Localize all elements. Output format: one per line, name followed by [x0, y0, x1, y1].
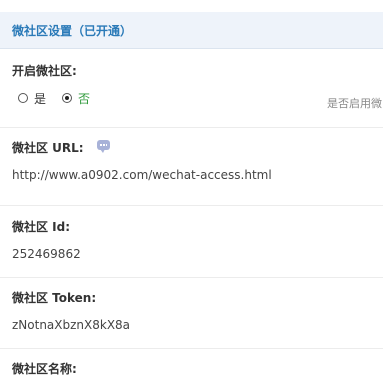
divider	[0, 348, 383, 349]
community-token-label: 微社区 Token:	[12, 291, 97, 305]
community-name-label: 微社区名称:	[12, 362, 77, 376]
community-id-label: 微社区 Id:	[12, 220, 71, 234]
radio-option-yes[interactable]: 是	[18, 90, 46, 107]
radio-no-button[interactable]	[62, 93, 73, 103]
enable-hint-text: 是否启用微	[327, 97, 382, 110]
community-token-value: zNotnaXbznX8kX8a	[12, 318, 131, 332]
radio-no-label: 否	[78, 91, 91, 106]
divider	[0, 205, 383, 206]
enable-community-label: 开启微社区:	[12, 64, 77, 78]
divider	[0, 277, 383, 278]
settings-header: 微社区设置（已开通）	[0, 12, 383, 49]
community-id-value: 252469862	[12, 247, 81, 261]
speech-bubble-icon[interactable]	[97, 140, 110, 153]
divider	[0, 127, 383, 128]
settings-title: 微社区设置（已开通）	[12, 24, 133, 38]
community-url-value: http://www.a0902.com/wechat-access.html	[12, 168, 272, 182]
radio-yes-button[interactable]	[18, 93, 28, 103]
community-url-label: 微社区 URL:	[12, 141, 84, 155]
radio-option-no[interactable]: 否	[62, 90, 90, 107]
radio-yes-label: 是	[34, 91, 47, 106]
enable-radio-group: 是 否	[18, 90, 106, 106]
